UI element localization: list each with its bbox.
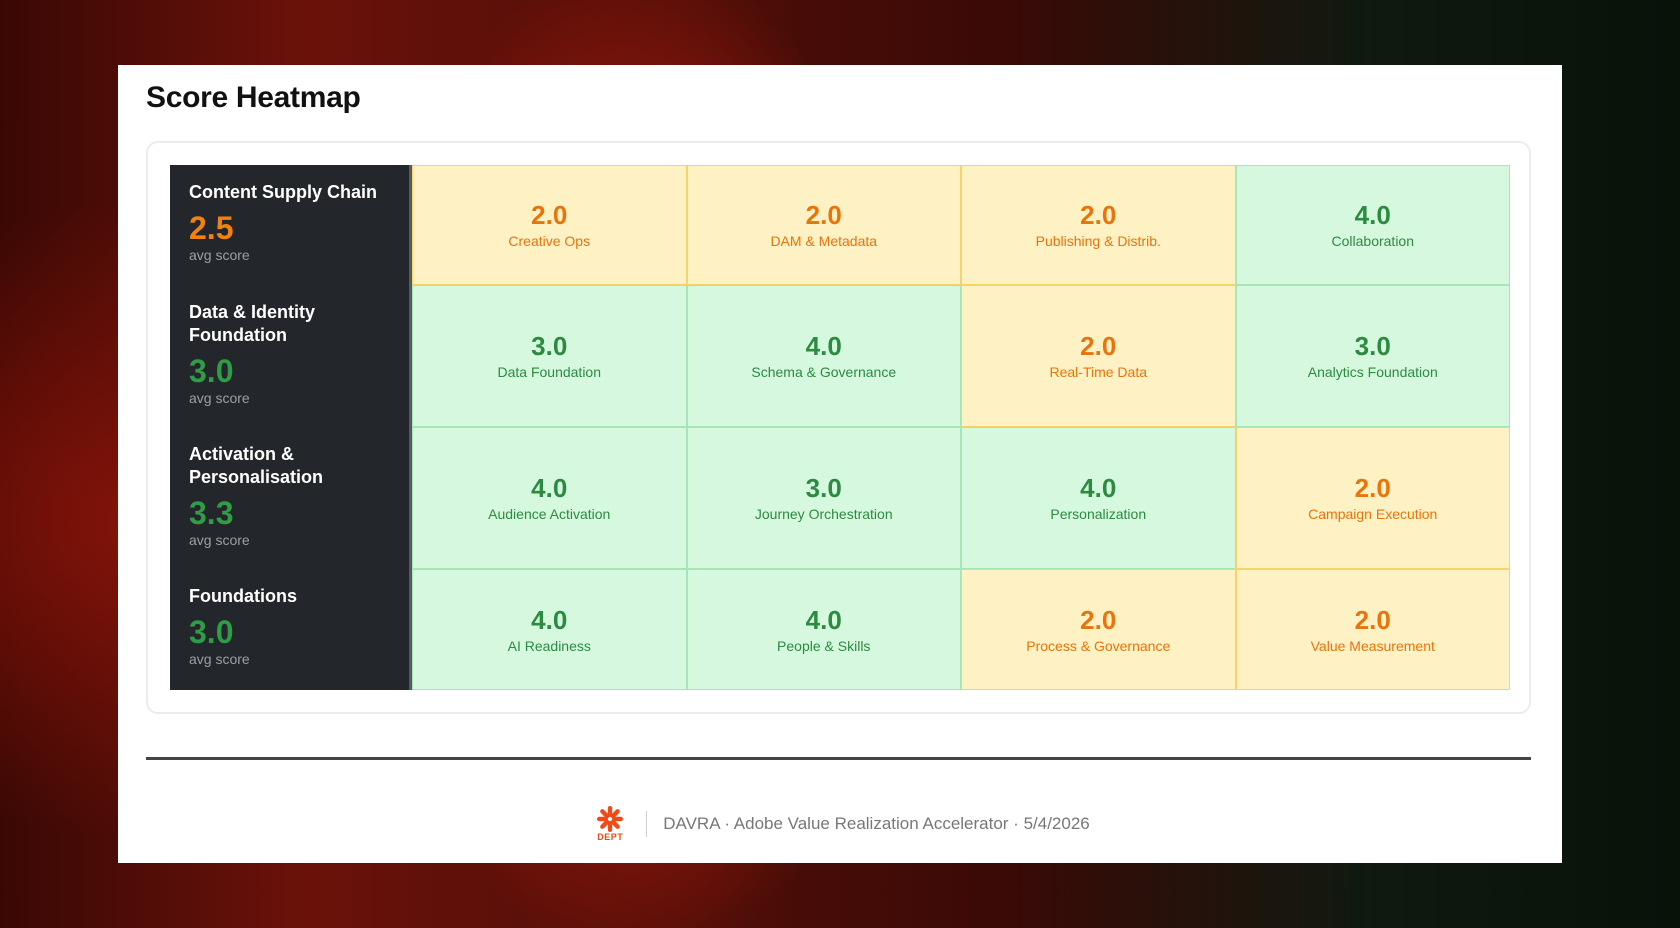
heatmap-cell: 4.0 Personalization — [961, 427, 1236, 569]
pillar-name: Activation & Personalisation — [189, 444, 324, 487]
cell-score: 2.0 — [1080, 331, 1117, 361]
cell-label: Publishing & Distrib. — [1035, 233, 1161, 249]
heatmap-cell: 4.0 Audience Activation — [412, 427, 687, 569]
cell-label: Journey Orchestration — [754, 506, 893, 522]
cell-label: DAM & Metadata — [770, 233, 878, 249]
dept-logo-text: DEPT — [597, 832, 624, 842]
cell-score: 4.0 — [1354, 200, 1391, 230]
cell-score: 2.0 — [531, 200, 568, 230]
pillar-avg-score: 2.5 — [189, 210, 234, 246]
pillar-header: Data & Identity Foundation 3.0 avg score — [170, 285, 412, 427]
cell-score: 2.0 — [1354, 473, 1391, 503]
cell-label: Audience Activation — [488, 506, 611, 522]
heatmap-cell: 2.0 Real-Time Data — [961, 285, 1236, 427]
heatmap-cell: 3.0 Analytics Foundation — [1235, 285, 1510, 427]
dept-logo: DEPT — [590, 805, 630, 842]
cell-label: Campaign Execution — [1308, 506, 1438, 522]
cell-score: 3.0 — [805, 473, 842, 503]
dept-asterisk-icon — [597, 806, 624, 832]
cell-label: Collaboration — [1331, 233, 1415, 249]
heatmap-cell: 4.0 Collaboration — [1235, 165, 1510, 285]
cell-label: Schema & Governance — [751, 364, 897, 380]
footer-text: DAVRA · Adobe Value Realization Accelera… — [663, 813, 1090, 833]
cell-score: 4.0 — [805, 604, 842, 635]
pillar-avg-score: 3.0 — [189, 353, 234, 389]
footer: DEPT DAVRA · Adobe Value Realization Acc… — [118, 805, 1562, 842]
pillar-name: Foundations — [189, 586, 297, 606]
pillar-avg-label: avg score — [189, 247, 250, 263]
pillar-avg-label: avg score — [189, 390, 250, 406]
heatmap-card: Content Supply Chain 2.5 avg score 2.0 C… — [146, 141, 1531, 714]
cell-label: Value Measurement — [1310, 637, 1435, 654]
heatmap-cell: 2.0 Value Measurement — [1235, 569, 1510, 690]
heatmap-cell: 2.0 DAM & Metadata — [686, 165, 961, 285]
cell-label: Process & Governance — [1026, 637, 1171, 654]
pillar-header: Activation & Personalisation 3.3 avg sco… — [170, 427, 412, 569]
heatmap-cell: 4.0 People & Skills — [686, 569, 961, 690]
cell-score: 2.0 — [1080, 604, 1117, 635]
pillar-name: Data & Identity Foundation — [189, 302, 316, 345]
cell-score: 4.0 — [531, 604, 568, 635]
heatmap-cell: 2.0 Process & Governance — [961, 569, 1236, 690]
cell-score: 4.0 — [1080, 473, 1117, 503]
heatmap-cell: 4.0 Schema & Governance — [686, 285, 961, 427]
pillar-avg-score: 3.0 — [189, 614, 234, 650]
heatmap-cell: 2.0 Campaign Execution — [1235, 427, 1510, 569]
cell-score: 3.0 — [1354, 331, 1391, 361]
cell-label: Real-Time Data — [1049, 364, 1147, 380]
cell-label: Analytics Foundation — [1307, 364, 1438, 380]
pillar-header: Foundations 3.0 avg score — [170, 569, 412, 690]
cell-label: Personalization — [1050, 506, 1147, 522]
cell-score: 2.0 — [1354, 604, 1391, 635]
cell-label: People & Skills — [777, 637, 871, 654]
heatmap-cell: 2.0 Creative Ops — [412, 165, 687, 285]
cell-score: 2.0 — [1080, 200, 1117, 230]
cell-label: Data Foundation — [497, 364, 602, 380]
heatmap-grid: Content Supply Chain 2.5 avg score 2.0 C… — [170, 165, 1510, 690]
cell-label: Creative Ops — [508, 233, 591, 249]
footer-separator — [646, 810, 648, 837]
cell-score: 4.0 — [805, 331, 842, 361]
page-title: Score Heatmap — [146, 81, 361, 114]
pillar-name: Content Supply Chain — [189, 182, 377, 202]
pillar-avg-label: avg score — [189, 532, 250, 548]
heatmap-cell: 2.0 Publishing & Distrib. — [961, 165, 1236, 285]
slide: Score Heatmap Content Supply Chain 2.5 a… — [118, 65, 1562, 863]
cell-score: 4.0 — [531, 473, 568, 503]
pillar-avg-label: avg score — [189, 651, 250, 667]
heatmap-cell: 3.0 Data Foundation — [412, 285, 687, 427]
heatmap-cell: 3.0 Journey Orchestration — [686, 427, 961, 569]
pillar-header: Content Supply Chain 2.5 avg score — [170, 165, 412, 285]
cell-label: AI Readiness — [507, 637, 591, 654]
cell-score: 3.0 — [531, 331, 568, 361]
cell-score: 2.0 — [805, 200, 842, 230]
footer-divider — [146, 757, 1531, 760]
pillar-avg-score: 3.3 — [189, 495, 234, 531]
heatmap-cell: 4.0 AI Readiness — [412, 569, 687, 690]
